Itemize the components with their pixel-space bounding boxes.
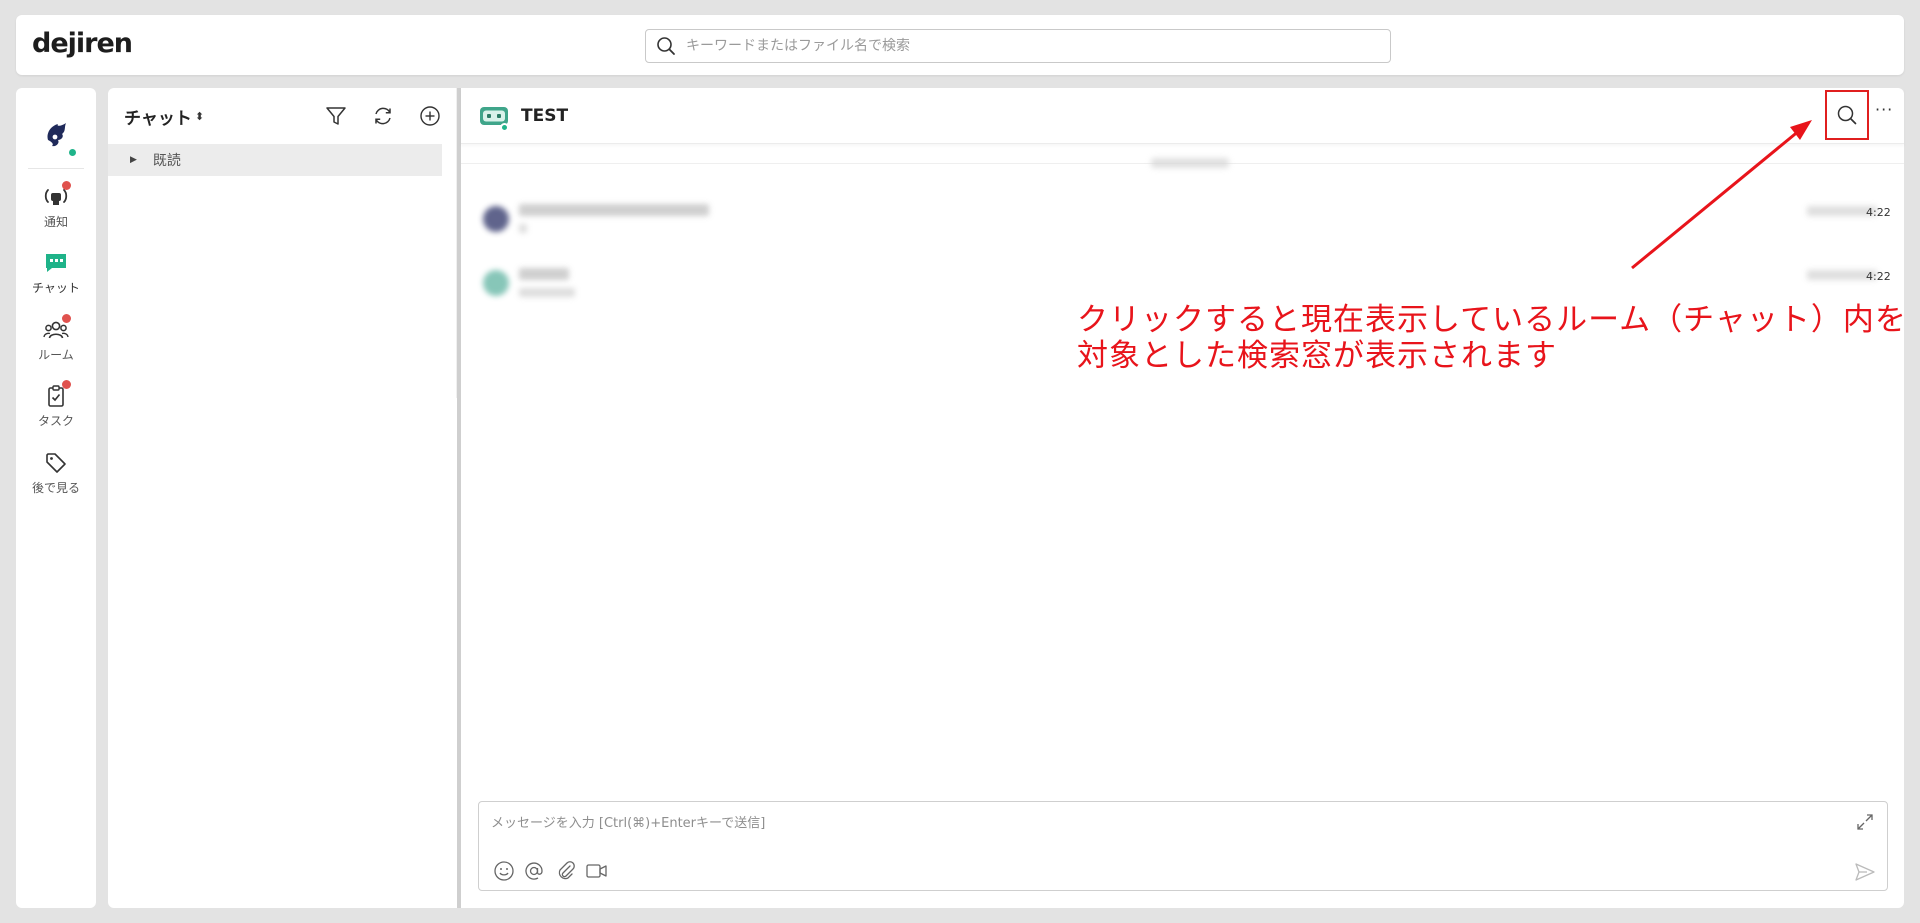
rail-separator bbox=[28, 168, 84, 169]
message-composer bbox=[478, 801, 1888, 891]
refresh-icon bbox=[375, 107, 391, 125]
message-avatar bbox=[483, 270, 509, 296]
online-status-dot bbox=[67, 147, 78, 158]
add-chat-button[interactable] bbox=[416, 102, 444, 130]
broadcast-icon bbox=[42, 181, 71, 211]
caret-right-icon: ▶ bbox=[130, 155, 137, 165]
message-input[interactable] bbox=[491, 812, 1831, 840]
room-title: TEST bbox=[521, 106, 569, 126]
more-options-button[interactable]: ··· bbox=[1875, 100, 1893, 119]
send-icon bbox=[1855, 863, 1875, 881]
video-call-button[interactable] bbox=[584, 858, 610, 884]
message-body bbox=[519, 288, 575, 297]
group-row-read[interactable]: ▶ 既読 bbox=[108, 144, 442, 176]
annotation-line: クリックすると現在表示しているルーム（チャット）内を bbox=[1077, 302, 1907, 338]
plus-circle-icon bbox=[420, 106, 440, 126]
global-search-input[interactable] bbox=[686, 31, 1390, 61]
chat-list-title[interactable]: チャット bbox=[124, 104, 192, 129]
smiley-icon bbox=[494, 861, 514, 881]
room-status-dot bbox=[500, 123, 509, 132]
video-camera-icon bbox=[586, 864, 607, 878]
top-bar: dejiren bbox=[16, 15, 1904, 75]
message-body bbox=[519, 224, 527, 233]
emoji-button[interactable] bbox=[491, 858, 517, 884]
nav-label: 後で見る bbox=[31, 481, 80, 495]
user-avatar[interactable] bbox=[40, 118, 78, 158]
attach-file-button[interactable] bbox=[553, 858, 579, 884]
room-bot-icon bbox=[479, 105, 509, 132]
message-time: 4:22 bbox=[1866, 206, 1891, 219]
send-button[interactable] bbox=[1851, 858, 1879, 886]
notification-badge bbox=[62, 181, 71, 190]
expand-composer-button[interactable] bbox=[1853, 810, 1877, 834]
message-sender bbox=[519, 204, 709, 216]
clipboard-check-icon bbox=[42, 380, 71, 410]
left-nav-rail: 通知 チャット ルーム タスク 後で見る bbox=[16, 88, 96, 908]
chat-list-panel: チャット ⬍ ▶ 既読 bbox=[108, 88, 460, 908]
global-search[interactable] bbox=[645, 29, 1391, 63]
nav-label: 通知 bbox=[43, 215, 68, 229]
nav-watch-later[interactable]: 後で見る bbox=[16, 449, 96, 503]
chat-icon bbox=[42, 249, 70, 277]
tag-icon bbox=[42, 449, 70, 477]
message-sender bbox=[519, 268, 569, 280]
chat-header: TEST ··· bbox=[461, 88, 1904, 144]
nav-chat[interactable]: チャット bbox=[16, 249, 96, 303]
chat-list-header: チャット ⬍ bbox=[108, 88, 457, 144]
message-time: 4:22 bbox=[1866, 270, 1891, 283]
annotation-callout: クリックすると現在表示しているルーム（チャット）内を 対象とした検索窓が表示され… bbox=[1077, 302, 1907, 374]
nav-notifications[interactable]: 通知 bbox=[16, 181, 96, 237]
sort-toggle-icon[interactable]: ⬍ bbox=[195, 110, 204, 123]
expand-icon bbox=[1857, 814, 1873, 830]
people-icon bbox=[42, 314, 71, 344]
message-avatar bbox=[483, 206, 509, 232]
rooms-badge bbox=[62, 314, 71, 323]
nav-label: タスク bbox=[37, 414, 74, 428]
annotation-line: 対象とした検索窓が表示されます bbox=[1077, 338, 1557, 374]
message-item[interactable] bbox=[483, 204, 1893, 248]
room-search-button[interactable] bbox=[1825, 90, 1869, 140]
search-icon bbox=[646, 30, 686, 62]
tasks-badge bbox=[62, 380, 71, 389]
filter-button[interactable] bbox=[322, 102, 350, 130]
mention-button[interactable] bbox=[521, 858, 547, 884]
nav-rooms[interactable]: ルーム bbox=[16, 314, 96, 370]
at-sign-icon bbox=[525, 862, 543, 880]
group-label: 既読 bbox=[152, 153, 181, 169]
nav-label: チャット bbox=[32, 281, 80, 295]
paperclip-icon bbox=[558, 861, 575, 880]
refresh-button[interactable] bbox=[369, 102, 397, 130]
nav-tasks[interactable]: タスク bbox=[16, 380, 96, 436]
date-separator bbox=[1151, 158, 1229, 168]
nav-label: ルーム bbox=[38, 348, 74, 362]
search-icon bbox=[1837, 105, 1857, 125]
chat-panel: TEST ··· 4:22 4:22 bbox=[461, 88, 1904, 908]
filter-icon bbox=[326, 107, 346, 125]
app-logo[interactable]: dejiren bbox=[32, 28, 133, 59]
